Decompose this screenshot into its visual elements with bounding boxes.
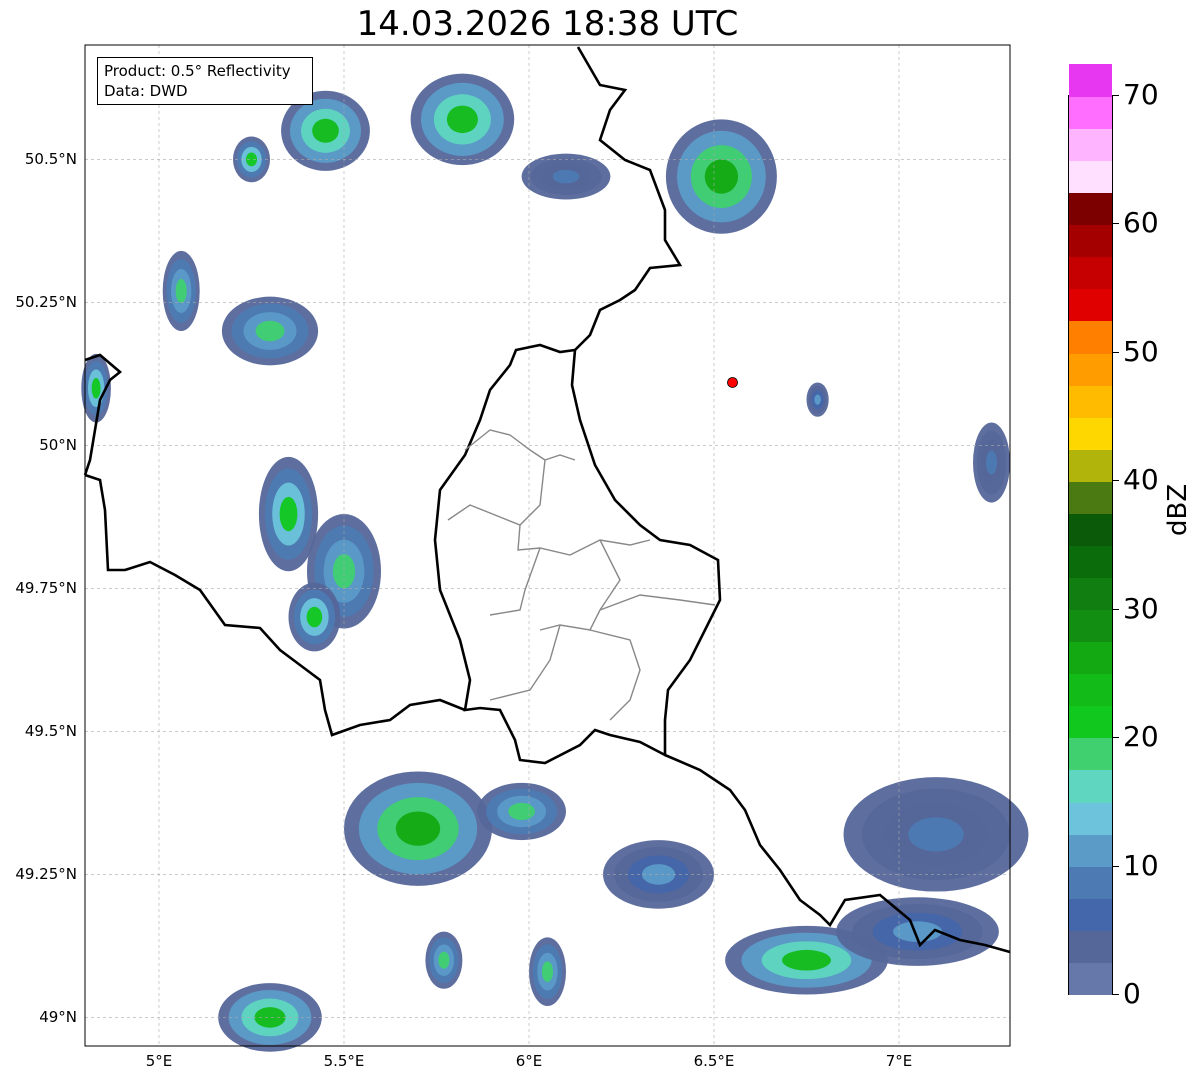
colorbar-segment — [1069, 737, 1112, 771]
colorbar-tick-label: 30 — [1123, 591, 1159, 625]
colorbar — [1068, 63, 1113, 995]
colorbar-segment — [1069, 448, 1112, 482]
luxembourg-cantons — [447, 429, 716, 721]
radar-echo — [541, 961, 554, 982]
colorbar-segment — [1069, 288, 1112, 322]
radar-echo — [552, 169, 580, 184]
data-source-label: Data: DWD — [104, 82, 188, 100]
radar-echo — [312, 118, 339, 143]
radar-echo — [446, 105, 478, 134]
colorbar-segment — [1069, 160, 1112, 194]
colorbar-segment — [1069, 320, 1112, 354]
radar-echo — [641, 864, 676, 885]
latitude-label: 49°N — [39, 1008, 77, 1027]
radar-echo — [306, 606, 323, 628]
colorbar-segment — [1069, 961, 1112, 995]
colorbar-segment — [1069, 96, 1112, 129]
colorbar-segment — [1069, 192, 1112, 226]
latitude-label: 49.25°N — [15, 865, 77, 884]
radar-echo — [175, 278, 187, 303]
belgium-germany-border — [574, 46, 683, 351]
colorbar-segment — [1069, 256, 1112, 290]
colorbar-label: dBZ — [1163, 483, 1193, 536]
colorbar-segment — [1069, 480, 1112, 514]
radar-map — [81, 44, 1029, 1052]
radar-site-marker — [727, 377, 738, 388]
colorbar-tick-label: 0 — [1123, 977, 1141, 1010]
colorbar-segment — [1069, 641, 1112, 675]
longitude-label: 5.5°E — [323, 1052, 365, 1070]
radar-echo — [91, 377, 101, 399]
colorbar-tick-label: 20 — [1123, 720, 1159, 754]
latitude-label: 50.5°N — [24, 150, 77, 169]
colorbar-segment — [1069, 705, 1112, 739]
radar-echo — [438, 951, 450, 969]
colorbar-segment — [1069, 545, 1112, 578]
colorbar-segment — [1069, 128, 1112, 162]
colorbar-tick — [1112, 223, 1119, 225]
colorbar-segment — [1069, 929, 1112, 963]
colorbar-segment — [1069, 833, 1112, 867]
radar-echo — [332, 554, 356, 589]
radar-echo — [704, 159, 739, 194]
radar-echo — [782, 949, 831, 971]
colorbar-tick — [1112, 351, 1119, 353]
latitude-label: 50°N — [39, 436, 77, 455]
colorbar-tick — [1112, 608, 1119, 610]
colorbar-segment — [1069, 865, 1112, 899]
colorbar-tick — [1112, 865, 1119, 867]
colorbar-segment — [1069, 897, 1112, 931]
colorbar-segment — [1069, 352, 1112, 386]
longitude-label: 6.5°E — [693, 1052, 735, 1070]
radar-echo — [508, 802, 535, 821]
colorbar-tick — [1112, 95, 1119, 96]
colorbar-tick — [1112, 480, 1119, 482]
latitude-label: 49.75°N — [15, 579, 77, 598]
colorbar-tick-label: 70 — [1123, 78, 1159, 111]
colorbar-segment — [1069, 512, 1112, 546]
colorbar-segment — [1069, 609, 1112, 643]
colorbar-segment — [1069, 801, 1112, 835]
product-label: Product: 0.5° Reflectivity — [104, 62, 291, 80]
colorbar-tick — [1112, 737, 1119, 739]
colorbar-segment — [1069, 63, 1112, 97]
longitude-label: 7°E — [885, 1052, 913, 1070]
colorbar-tick-label: 50 — [1123, 334, 1159, 368]
colorbar-segment — [1069, 384, 1112, 418]
colorbar-segment — [1069, 769, 1112, 803]
radar-echo — [255, 320, 285, 342]
colorbar-segment — [1069, 416, 1112, 450]
colorbar-segment — [1069, 673, 1112, 707]
longitude-label: 6°E — [515, 1052, 543, 1070]
colorbar-segment — [1069, 577, 1112, 611]
latitude-label: 50.25°N — [15, 293, 77, 312]
colorbar-tick-label: 40 — [1123, 463, 1159, 497]
luxembourg-border — [433, 343, 722, 765]
colorbar-tick-label: 60 — [1123, 206, 1159, 240]
longitude-label: 5°E — [145, 1052, 173, 1070]
radar-echo — [814, 394, 821, 405]
latitude-label: 49.5°N — [24, 722, 77, 741]
radar-echo — [279, 496, 298, 532]
radar-echo-layer — [81, 73, 1029, 1052]
colorbar-segment — [1069, 224, 1112, 258]
info-box: Product: 0.5° Reflectivity Data: DWD — [97, 57, 313, 105]
colorbar-tick-label: 10 — [1123, 848, 1159, 882]
colorbar-tick — [1112, 994, 1119, 995]
radar-echo — [908, 817, 964, 852]
radar-echo — [985, 450, 998, 475]
radar-echo — [395, 811, 441, 846]
